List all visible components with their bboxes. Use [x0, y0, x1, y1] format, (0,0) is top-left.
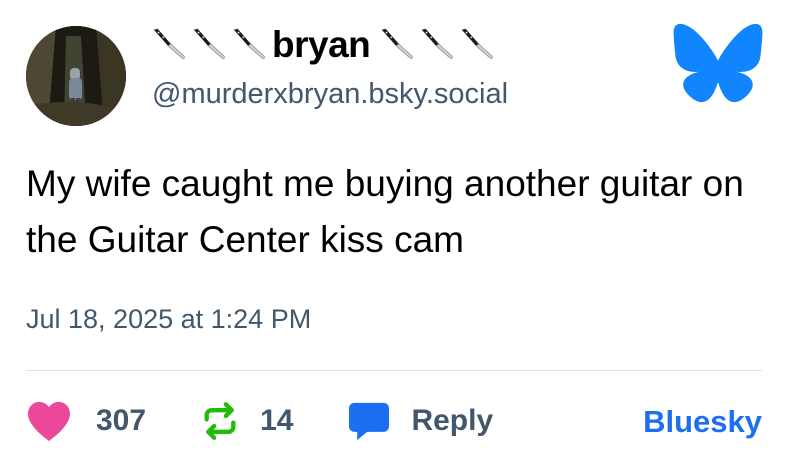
post-timestamp[interactable]: Jul 18, 2025 at 1:24 PM: [26, 306, 311, 333]
post-text: My wife caught me buying another guitar …: [26, 163, 744, 260]
action-bar: 307 14 Reply Bluesky: [26, 396, 762, 446]
bluesky-butterfly-icon[interactable]: [672, 22, 764, 104]
author-handle[interactable]: @murderxbryan.bsky.social: [152, 80, 508, 109]
kitchen-knife-icon: [462, 28, 494, 59]
divider: [26, 370, 762, 371]
like-count: 307: [96, 404, 147, 437]
author-name-row[interactable]: bryan: [150, 18, 496, 70]
avatar[interactable]: [26, 26, 126, 126]
kitchen-knife-icon: [382, 28, 414, 59]
author-display-name[interactable]: bryan: [272, 26, 371, 63]
kitchen-knife-icon: [193, 28, 225, 59]
repost-icon: [204, 402, 236, 440]
avatar-photo: [26, 26, 126, 126]
heart-icon: [28, 401, 70, 442]
kitchen-knife-icon: [233, 28, 265, 59]
open-in-bluesky-link[interactable]: Bluesky: [643, 406, 762, 437]
reply-label: Reply: [411, 404, 494, 437]
kitchen-knife-icon: [153, 28, 185, 59]
like-button[interactable]: 307: [26, 400, 146, 442]
repost-count: 14: [260, 404, 294, 437]
repost-button[interactable]: 14: [200, 401, 293, 441]
kitchen-knife-icon: [422, 28, 454, 59]
reply-button[interactable]: Reply: [347, 401, 493, 441]
reply-bubble-icon: [349, 402, 390, 441]
